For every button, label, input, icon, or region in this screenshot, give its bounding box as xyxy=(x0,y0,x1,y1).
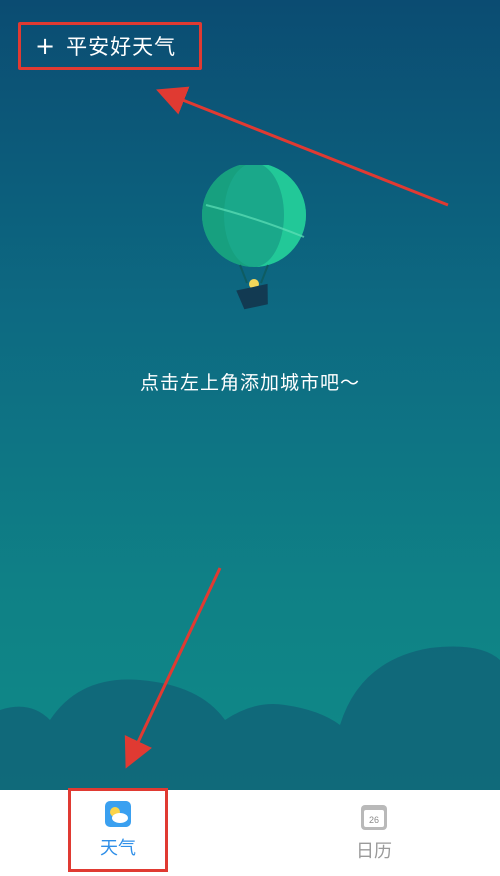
svg-text:26: 26 xyxy=(369,815,379,825)
empty-state-hint: 点击左上角添加城市吧～ xyxy=(139,372,360,394)
weather-app-screen: + 平安好天气 点击左上角添加城市吧～ 天气 26 日历 xyxy=(0,0,500,876)
tab-weather-label: 天气 xyxy=(100,838,136,859)
weather-icon xyxy=(105,801,131,827)
plus-icon: + xyxy=(35,32,57,60)
tab-calendar-label: 日历 xyxy=(356,841,392,862)
calendar-icon: 26 xyxy=(361,805,387,830)
cloud-hills-decoration xyxy=(0,646,500,790)
tab-calendar[interactable]: 26 日历 xyxy=(324,790,424,876)
bottom-tab-bar: 天气 26 日历 xyxy=(0,788,500,876)
hot-air-balloon-illustration xyxy=(202,165,306,310)
sky-background: + 平安好天气 点击左上角添加城市吧～ xyxy=(0,0,500,790)
tab-weather[interactable]: 天气 xyxy=(68,788,168,872)
add-city-button[interactable]: + 平安好天气 xyxy=(18,22,202,70)
add-city-label: 平安好天气 xyxy=(66,35,177,59)
